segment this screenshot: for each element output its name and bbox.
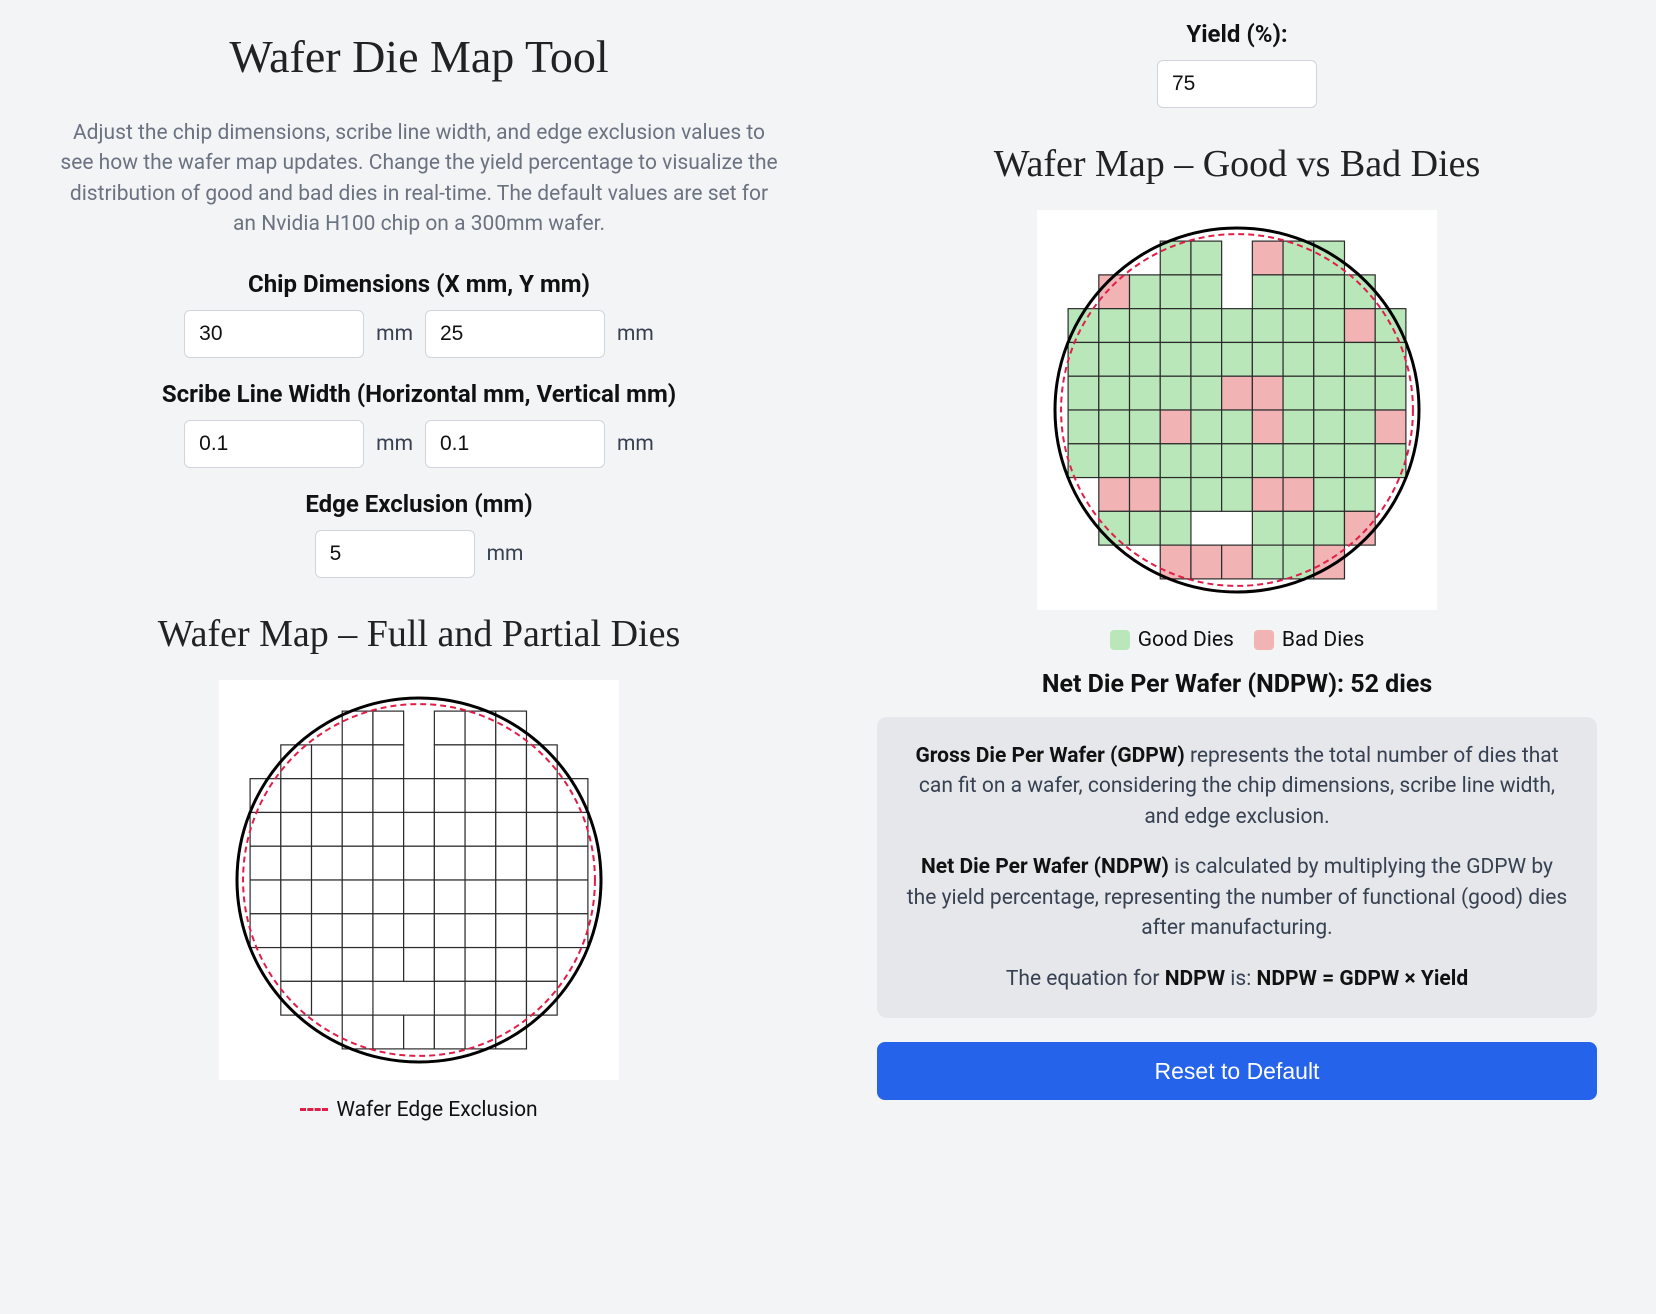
wafer-full-partial-chart (219, 680, 619, 1080)
reset-button[interactable]: Reset to Default (877, 1042, 1597, 1100)
good-bad-title: Wafer Map – Good vs Bad Dies (994, 142, 1481, 186)
chip-x-input[interactable] (184, 310, 364, 358)
left-column: Wafer Die Map Tool Adjust the chip dimen… (30, 20, 808, 1294)
ndpw-explanation: Net Die Per Wafer (NDPW) is calculated b… (905, 852, 1569, 943)
yield-input[interactable] (1157, 60, 1317, 108)
edge-exclusion-legend-label: Wafer Edge Exclusion (336, 1098, 537, 1122)
good-dies-legend-label: Good Dies (1138, 628, 1234, 652)
unit-mm: mm (376, 432, 413, 456)
unit-mm: mm (617, 432, 654, 456)
gdpw-term: Gross Die Per Wafer (GDPW) (915, 744, 1184, 768)
edge-exclusion-input[interactable] (315, 530, 475, 578)
chip-y-input[interactable] (425, 310, 605, 358)
bad-dies-legend-label: Bad Dies (1282, 628, 1364, 652)
chip-dimensions-group: Chip Dimensions (X mm, Y mm) mm mm (184, 270, 654, 358)
full-partial-legend: Wafer Edge Exclusion (300, 1098, 537, 1122)
wafer-good-bad-chart (1037, 210, 1437, 610)
bad-dies-swatch-icon (1254, 630, 1274, 650)
scribe-line-label: Scribe Line Width (Horizontal mm, Vertic… (162, 380, 676, 408)
scribe-line-group: Scribe Line Width (Horizontal mm, Vertic… (162, 380, 676, 468)
yield-label: Yield (%): (1157, 20, 1317, 48)
edge-exclusion-swatch-icon (300, 1108, 328, 1111)
unit-mm: mm (376, 322, 413, 346)
good-bad-legend: Good Dies Bad Dies (1110, 628, 1365, 652)
edge-exclusion-group: Edge Exclusion (mm) mm (305, 490, 532, 578)
chip-dimensions-label: Chip Dimensions (X mm, Y mm) (184, 270, 654, 298)
ndpw-equation: The equation for NDPW is: NDPW = GDPW × … (905, 964, 1569, 994)
yield-group: Yield (%): (1157, 20, 1317, 108)
page-title: Wafer Die Map Tool (229, 30, 608, 83)
unit-mm: mm (487, 542, 524, 566)
intro-text: Adjust the chip dimensions, scribe line … (59, 118, 779, 240)
good-dies-swatch-icon (1110, 630, 1130, 650)
full-partial-title: Wafer Map – Full and Partial Dies (158, 612, 680, 656)
edge-exclusion-label: Edge Exclusion (mm) (305, 490, 532, 518)
ndpw-term: Net Die Per Wafer (NDPW) (921, 855, 1169, 879)
info-card: Gross Die Per Wafer (GDPW) represents th… (877, 717, 1597, 1018)
right-column: Yield (%): Wafer Map – Good vs Bad Dies … (848, 20, 1626, 1294)
unit-mm: mm (617, 322, 654, 346)
ndpw-value: Net Die Per Wafer (NDPW): 52 dies (1042, 670, 1432, 699)
gdpw-explanation: Gross Die Per Wafer (GDPW) represents th… (905, 741, 1569, 832)
scribe-h-input[interactable] (184, 420, 364, 468)
scribe-v-input[interactable] (425, 420, 605, 468)
